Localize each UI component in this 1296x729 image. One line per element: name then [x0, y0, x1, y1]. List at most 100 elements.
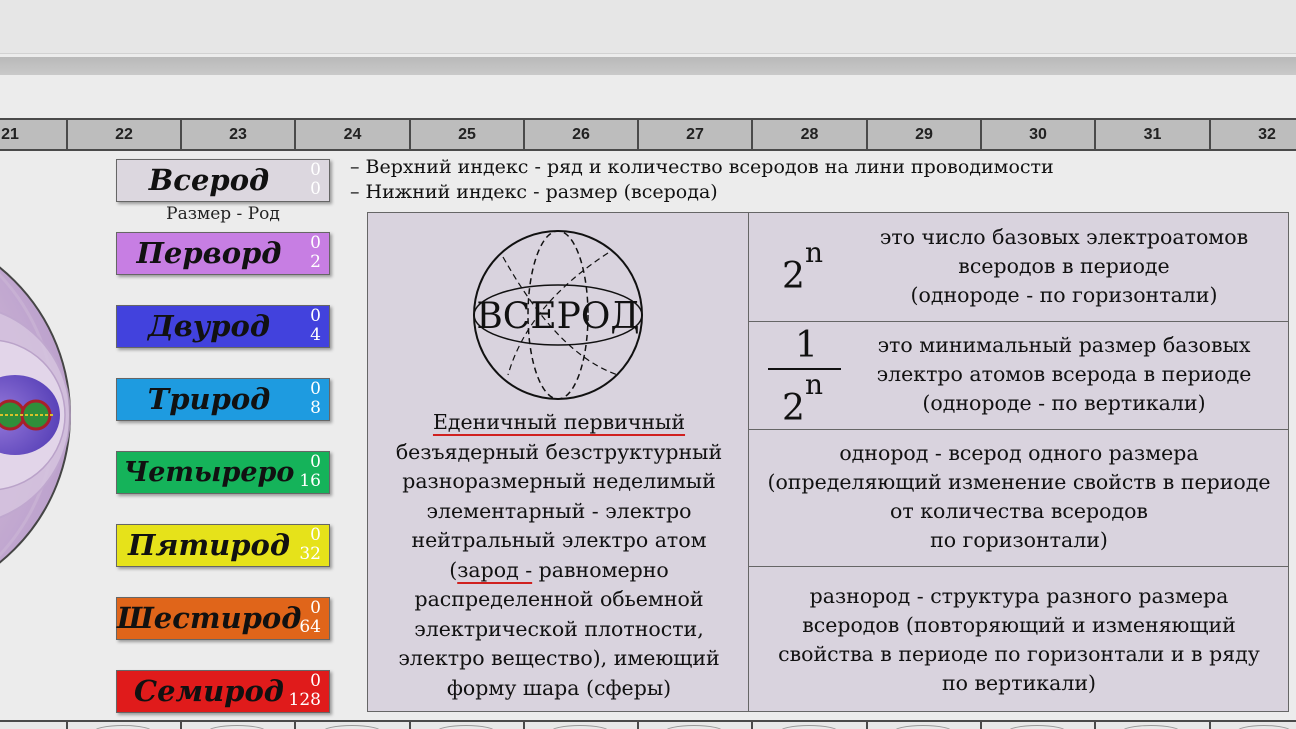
element-oval-icon [1007, 725, 1067, 729]
row-divider [749, 429, 1289, 430]
element-oval-icon [207, 725, 267, 729]
level-lower-index: 16 [299, 471, 321, 491]
element-oval-icon [436, 725, 496, 729]
level-upper-index: 0 [310, 598, 321, 618]
level-name: Трирод [147, 382, 271, 416]
element-oval-icon [550, 725, 610, 729]
legend-lower-index: – Нижний индекс - размер (всерода) [350, 181, 718, 203]
column-header-24: 24 [294, 120, 409, 149]
description-line: электро вещество), имеющий [398, 646, 720, 670]
level-trirod: Трирод 0 8 [116, 378, 330, 421]
level-lower-index: 4 [310, 325, 321, 345]
explanation-line: всеродов в периоде [958, 254, 1170, 278]
scroll-strip[interactable] [0, 57, 1296, 75]
cell-divider [637, 722, 639, 729]
column-header-28: 28 [751, 120, 866, 149]
description-line: распределенной обьемной [414, 587, 704, 611]
description-line: безъядерный безструктурный [395, 439, 723, 464]
element-oval-icon [893, 725, 953, 729]
column-header-22: 22 [66, 120, 180, 149]
vserod-description: Еденичный первичный безъядерный безструк… [376, 408, 742, 703]
level-name: Шестирод [117, 601, 302, 635]
column-header-26: 26 [523, 120, 637, 149]
definition-line: свойства в периоде по горизонтали и в ря… [778, 642, 1260, 666]
formula-base: 2 [782, 388, 805, 429]
row-divider [749, 321, 1289, 322]
formula-numerator: 1 [795, 325, 818, 366]
explanation-line: это число базовых электроатомов [879, 225, 1249, 249]
definition-line: (определяющий изменение свойств в период… [767, 470, 1271, 494]
cell-divider [66, 722, 68, 729]
level-upper-index: 0 [310, 452, 321, 472]
formula-base: 2 [782, 256, 805, 297]
level-upper-index: 0 [310, 160, 321, 180]
level-name: Пятирод [127, 528, 291, 562]
level-semirod: Семирод 0 128 [116, 670, 330, 713]
level-lower-index: 64 [299, 617, 321, 637]
level-dvurod: Двурод 0 4 [116, 305, 330, 348]
cell-divider [1094, 722, 1096, 729]
cell-divider [523, 722, 525, 729]
element-oval-icon [1236, 725, 1292, 729]
level-name: Четыреро [123, 457, 295, 488]
level-vserod: Всерод 0 0 [116, 159, 330, 202]
column-header-row: 21 22 23 24 25 26 27 28 29 30 31 32 [0, 118, 1296, 151]
cell-divider [1209, 722, 1211, 729]
explanation-line: электро атомов всерода в периоде [876, 362, 1252, 386]
odnorod-definition: однород - всерод одного размера (определ… [749, 439, 1289, 555]
cell-divider [294, 722, 296, 729]
level-pyatirod: Пятирод 0 32 [116, 524, 330, 567]
cell-divider [980, 722, 982, 729]
raznorod-definition: разнород - структура разного размера все… [749, 582, 1289, 698]
level-name: Семирод [134, 674, 284, 708]
level-lower-index: 0 [310, 179, 321, 199]
row-divider [749, 566, 1289, 567]
level-upper-index: 0 [310, 525, 321, 545]
element-oval-icon [779, 725, 839, 729]
level-lower-index: 128 [288, 690, 321, 710]
column-header-29: 29 [866, 120, 980, 149]
description-line: электрической плотности, [414, 616, 704, 641]
description-line: элементарный - электро [426, 498, 692, 523]
level-name: Перворд [136, 236, 282, 270]
level-name: Двурод [148, 309, 270, 343]
formula2-explanation: это минимальный размер базовых электро а… [854, 331, 1274, 418]
level-upper-index: 0 [310, 379, 321, 399]
size-genus-label: Размер - Род [166, 204, 280, 224]
level-lower-index: 32 [299, 544, 321, 564]
atom-illustration [0, 150, 110, 720]
column-header-31: 31 [1094, 120, 1209, 149]
description-heading: Еденичный первичный [432, 410, 686, 434]
description-line: равномерно [532, 557, 669, 582]
column-header-25: 25 [409, 120, 523, 149]
level-chetyrerod: Четыреро 0 16 [116, 451, 330, 494]
column-header-32: 32 [1209, 120, 1296, 149]
cell-divider [866, 722, 868, 729]
definition-panel: ВСЕРОД Еденичный первичный безъядерный б… [367, 212, 1289, 712]
element-oval-icon [664, 725, 724, 729]
definition-line: от количества всеродов [890, 499, 1148, 523]
top-band [0, 0, 1296, 54]
level-name: Всерод [148, 163, 270, 197]
formula1-explanation: это число базовых электроатомов всеродов… [854, 223, 1274, 310]
level-shestirod: Шестирод 0 64 [116, 597, 330, 640]
element-oval-icon [93, 725, 153, 729]
sphere-label: ВСЕРОД [476, 296, 639, 337]
cell-divider [180, 722, 182, 729]
description-line: форму шара (сферы) [446, 675, 672, 700]
column-header-21: 21 [0, 120, 66, 149]
cell-divider [751, 722, 753, 729]
column-header-23: 23 [180, 120, 294, 149]
bottom-row [0, 720, 1296, 729]
level-upper-index: 0 [310, 306, 321, 326]
level-upper-index: 0 [310, 233, 321, 253]
explanation-line: это минимальный размер базовых [877, 333, 1251, 357]
column-header-27: 27 [637, 120, 751, 149]
sphere-icon: ВСЕРОД [473, 230, 643, 400]
element-oval-icon [1121, 725, 1181, 729]
description-line: нейтральный электро атом [411, 528, 707, 552]
definition-line: по вертикали) [941, 671, 1097, 695]
column-header-30: 30 [980, 120, 1094, 149]
element-oval-icon [322, 725, 382, 729]
explanation-line: (однороде - по вертикали) [922, 391, 1206, 415]
